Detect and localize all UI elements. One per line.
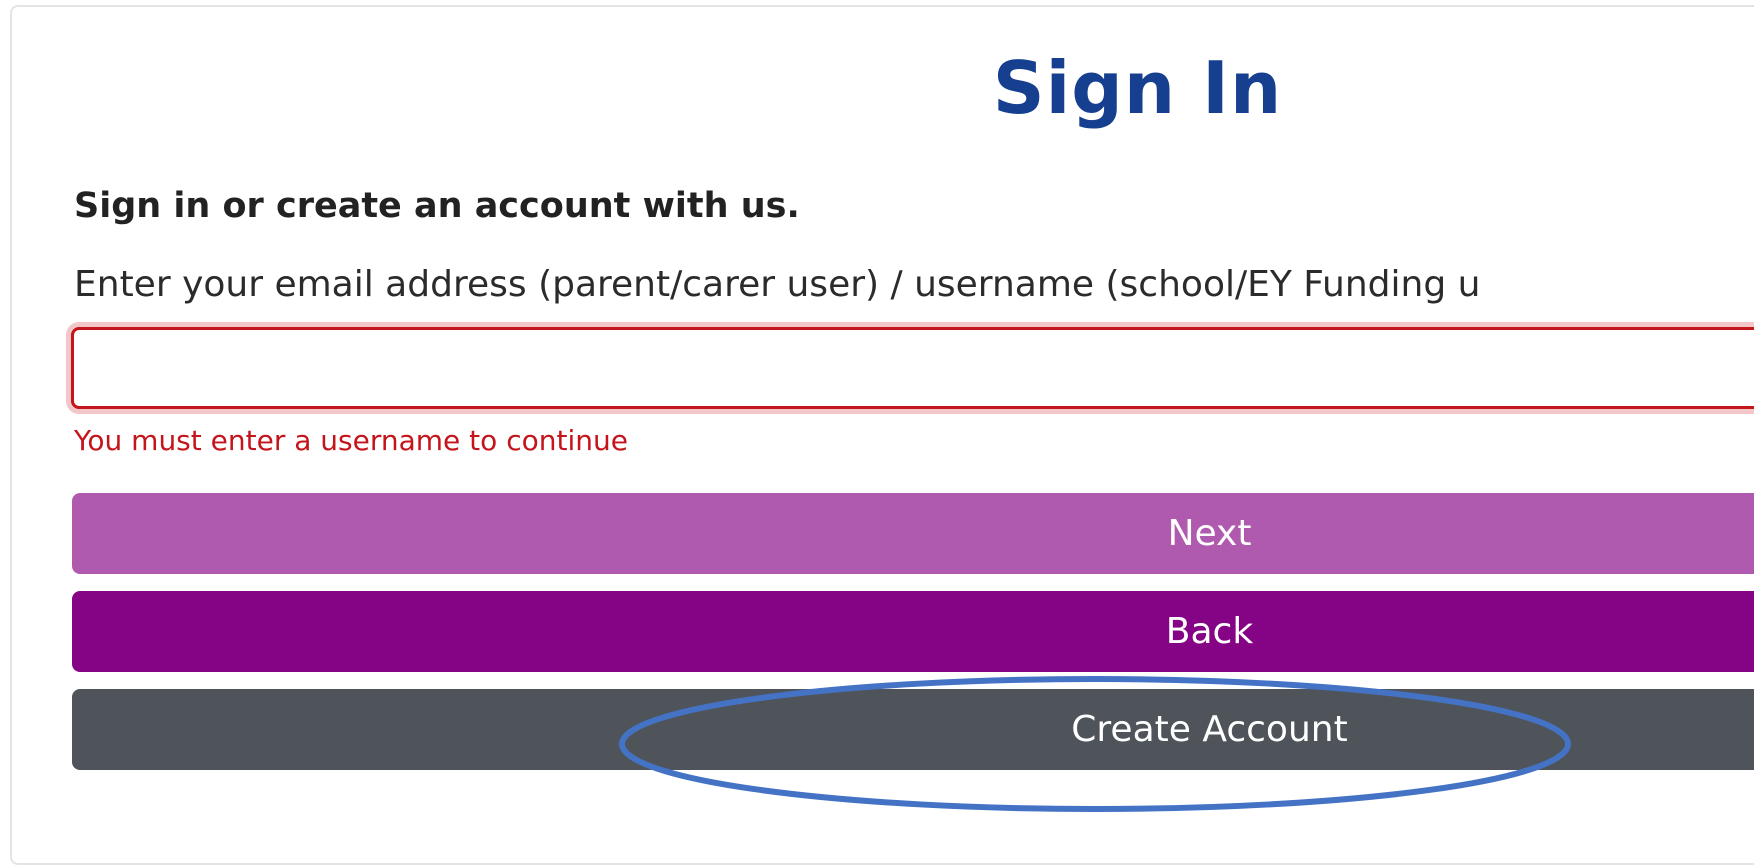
username-error-message: You must enter a username to continue — [74, 424, 628, 457]
next-button-label: Next — [1167, 513, 1252, 554]
sign-in-subtitle: Sign in or create an account with us. — [74, 186, 800, 226]
create-account-button[interactable]: Create Account — [72, 689, 1754, 770]
username-field-label: Enter your email address (parent/carer u… — [74, 264, 1481, 305]
back-button[interactable]: Back — [72, 591, 1754, 672]
next-button[interactable]: Next — [72, 493, 1754, 574]
create-account-button-label: Create Account — [1071, 709, 1348, 750]
page-title: Sign In — [992, 46, 1283, 130]
back-button-label: Back — [1165, 611, 1254, 652]
username-input[interactable] — [71, 327, 1754, 409]
